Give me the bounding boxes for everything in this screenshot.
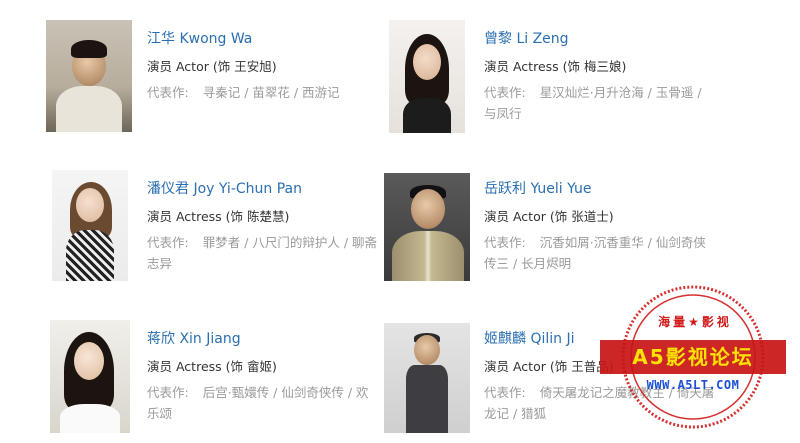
works-label: 代表作:: [147, 235, 189, 250]
works-list-cont: 乐颂: [147, 406, 173, 421]
watermark-title: A5影视论坛: [600, 340, 786, 374]
actor-name[interactable]: 潘仪君 Joy Yi-Chun Pan: [147, 180, 387, 198]
works-list-cont: 志异: [147, 256, 173, 271]
works-list: 罪梦者 / 八尺门的辩护人 / 聊斋: [202, 235, 378, 250]
actor-name[interactable]: 岳跃利 Yueli Yue: [484, 180, 724, 198]
works-label: 代表作:: [484, 235, 526, 250]
works-list: 星汉灿烂·月升沧海 / 玉骨遥 /: [539, 85, 702, 100]
works-list: 沉香如屑·沉香重华 / 仙剑奇侠: [539, 235, 706, 250]
works-label: 代表作:: [484, 85, 526, 100]
actor-name[interactable]: 蒋欣 Xin Jiang: [147, 330, 387, 348]
watermark-url: WWW.A5LT.COM: [646, 378, 740, 392]
works-list: 后宫·甄嬛传 / 仙剑奇侠传 / 欢: [202, 385, 369, 400]
works-label: 代表作:: [147, 85, 189, 100]
actor-role: 演员 Actress (饰 畲姬): [147, 359, 277, 374]
representative-works: 代表作: 寻秦记 / 苗翠花 / 西游记: [147, 82, 377, 103]
watermark-stamp: 海量★影视 A5影视论坛 WWW.A5LT.COM: [598, 283, 788, 438]
actor-role: 演员 Actress (饰 陈楚慧): [147, 209, 290, 224]
actor-photo[interactable]: [50, 320, 130, 433]
actor-photo[interactable]: [384, 323, 470, 433]
representative-works: 代表作: 星汉灿烂·月升沧海 / 玉骨遥 / 与凤行: [484, 82, 724, 124]
actor-name[interactable]: 曾黎 Li Zeng: [484, 30, 724, 48]
actor-photo[interactable]: [384, 173, 470, 281]
works-list: 寻秦记 / 苗翠花 / 西游记: [202, 85, 340, 100]
representative-works: 代表作: 沉香如屑·沉香重华 / 仙剑奇侠 传三 / 长月烬明: [484, 232, 724, 274]
works-label: 代表作:: [147, 385, 189, 400]
actor-role: 演员 Actor (饰 张道士): [484, 209, 614, 224]
works-list-cont: 与凤行: [484, 106, 522, 121]
actor-name[interactable]: 江华 Kwong Wa: [147, 30, 377, 48]
representative-works: 代表作: 后宫·甄嬛传 / 仙剑奇侠传 / 欢 乐颂: [147, 382, 387, 424]
works-list-cont: 传三 / 长月烬明: [484, 256, 572, 271]
actor-photo[interactable]: [52, 170, 128, 281]
actor-role: 演员 Actress (饰 梅三娘): [484, 59, 627, 74]
actor-role: 演员 Actor (饰 王安旭): [147, 59, 277, 74]
actor-photo[interactable]: [389, 20, 465, 133]
works-list-cont: 龙记 / 猎狐: [484, 406, 547, 421]
works-label: 代表作:: [484, 385, 526, 400]
actor-photo[interactable]: [46, 20, 132, 132]
representative-works: 代表作: 罪梦者 / 八尺门的辩护人 / 聊斋 志异: [147, 232, 387, 274]
watermark-top-text: 海量★影视: [658, 315, 732, 329]
